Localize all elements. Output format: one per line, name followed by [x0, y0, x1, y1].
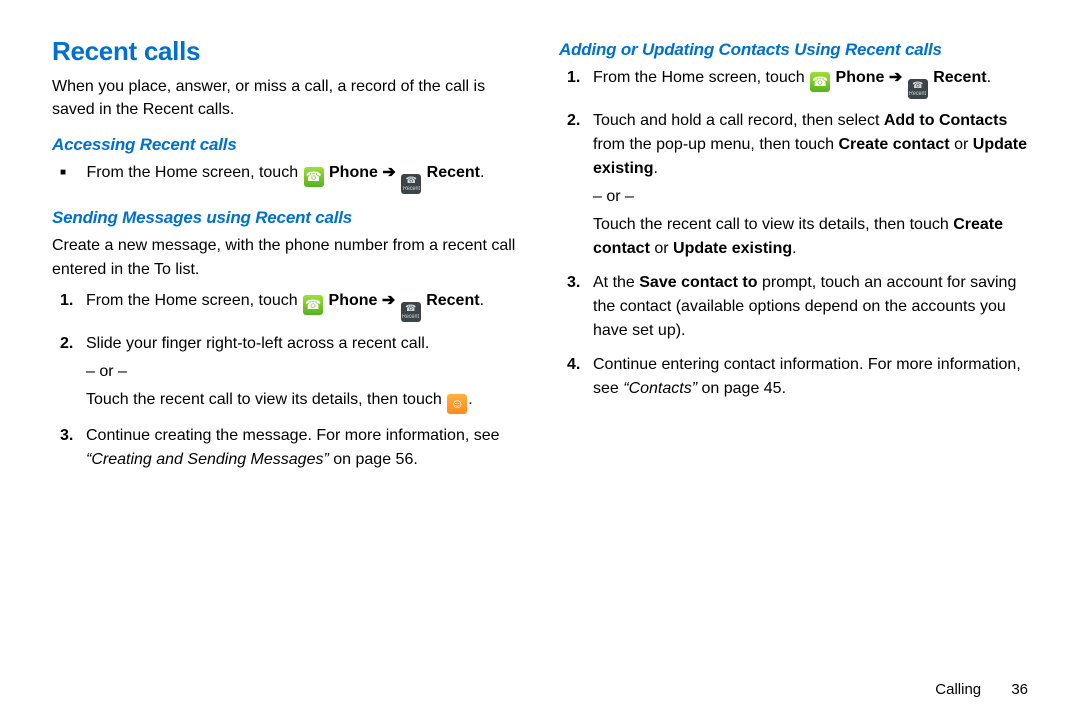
chapter-name: Calling — [935, 681, 981, 698]
subhead-accessing: Accessing Recent calls — [52, 135, 521, 155]
subhead-adding: Adding or Updating Contacts Using Recent… — [559, 40, 1028, 60]
adding-step-4: 4. Continue entering contact information… — [593, 353, 1028, 401]
period: . — [653, 160, 657, 177]
adding-step-1: 1. From the Home screen, touch Phone ➔ R… — [593, 66, 1028, 99]
period: . — [480, 164, 484, 181]
step-text: Slide your finger right-to-left across a… — [86, 335, 429, 352]
or-divider: – or – — [593, 185, 1028, 209]
step-text-tail: on page 45. — [702, 380, 787, 397]
step-text: At the — [593, 274, 639, 291]
message-icon — [447, 394, 467, 414]
phone-label: Phone — [836, 69, 885, 86]
arrow-icon: ➔ — [889, 69, 902, 86]
phone-icon — [304, 167, 324, 187]
step-number: 1. — [60, 289, 73, 313]
save-contact-to-label: Save contact to — [639, 274, 757, 291]
left-column: Recent calls When you place, answer, or … — [52, 36, 521, 700]
accessing-steps: From the Home screen, touch Phone ➔ Rece… — [52, 161, 521, 194]
arrow-icon: ➔ — [382, 292, 395, 309]
sending-step-3: 3. Continue creating the message. For mo… — [86, 424, 521, 472]
recent-icon — [401, 174, 421, 194]
section-title: Recent calls — [52, 36, 521, 67]
or-word: or — [954, 136, 973, 153]
period: . — [468, 391, 472, 408]
xref: “Creating and Sending Messages” — [86, 451, 329, 468]
sending-step-2: 2. Slide your finger right-to-left acros… — [86, 332, 521, 414]
xref: “Contacts” — [623, 380, 697, 397]
adding-step-3: 3. At the Save contact to prompt, touch … — [593, 271, 1028, 343]
step-number: 4. — [567, 353, 580, 377]
right-column: Adding or Updating Contacts Using Recent… — [559, 36, 1028, 700]
page-number: 36 — [1011, 681, 1028, 698]
sending-steps: 1. From the Home screen, touch Phone ➔ R… — [52, 289, 521, 472]
step-text-mid: from the pop-up menu, then touch — [593, 136, 838, 153]
step-number: 2. — [567, 109, 580, 133]
adding-step-2: 2. Touch and hold a call record, then se… — [593, 109, 1028, 261]
intro-paragraph: When you place, answer, or miss a call, … — [52, 75, 521, 121]
step-text-tail: on page 56. — [333, 451, 418, 468]
step-number: 2. — [60, 332, 73, 356]
update-existing-label: Update existing — [673, 240, 792, 257]
arrow-icon: ➔ — [382, 164, 395, 181]
adding-steps: 1. From the Home screen, touch Phone ➔ R… — [559, 66, 1028, 401]
step-number: 1. — [567, 66, 580, 90]
recent-icon — [401, 302, 421, 322]
accessing-step-1: From the Home screen, touch Phone ➔ Rece… — [82, 161, 521, 194]
recent-label: Recent — [427, 164, 480, 181]
period: . — [480, 292, 484, 309]
sending-intro: Create a new message, with the phone num… — [52, 234, 521, 280]
or-divider: – or – — [86, 360, 521, 384]
or-word: or — [654, 240, 673, 257]
recent-icon — [908, 79, 928, 99]
step-number: 3. — [60, 424, 73, 448]
recent-label: Recent — [933, 69, 986, 86]
step-text-alt: Touch the recent call to view its detail… — [593, 216, 953, 233]
period: . — [792, 240, 796, 257]
phone-label: Phone — [329, 164, 378, 181]
subhead-sending: Sending Messages using Recent calls — [52, 208, 521, 228]
page-footer: Calling 36 — [935, 681, 1028, 698]
step-text: From the Home screen, touch — [593, 69, 809, 86]
phone-icon — [303, 295, 323, 315]
step-number: 3. — [567, 271, 580, 295]
add-to-contacts-label: Add to Contacts — [884, 112, 1008, 129]
recent-label: Recent — [426, 292, 479, 309]
create-contact-label: Create contact — [838, 136, 949, 153]
manual-page: Recent calls When you place, answer, or … — [0, 0, 1080, 720]
step-text: Continue creating the message. For more … — [86, 427, 500, 444]
period: . — [987, 69, 991, 86]
step-text-alt: Touch the recent call to view its detail… — [86, 391, 446, 408]
sending-step-1: 1. From the Home screen, touch Phone ➔ R… — [86, 289, 521, 322]
phone-label: Phone — [329, 292, 378, 309]
step-text: Touch and hold a call record, then selec… — [593, 112, 884, 129]
phone-icon — [810, 72, 830, 92]
step-text: From the Home screen, touch — [86, 164, 302, 181]
step-text: From the Home screen, touch — [86, 292, 302, 309]
